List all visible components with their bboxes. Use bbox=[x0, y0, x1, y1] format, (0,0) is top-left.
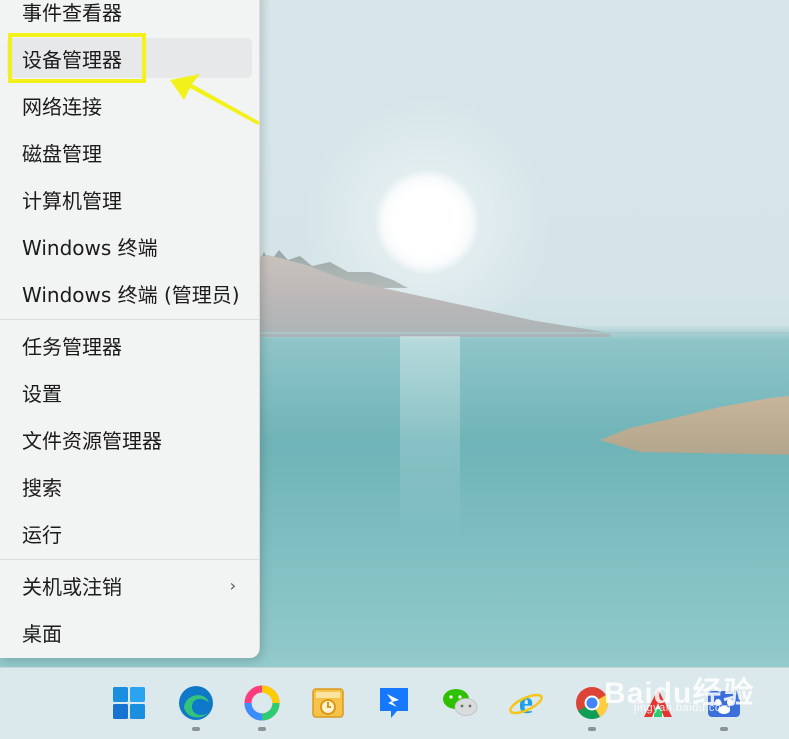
menu-item-label: 事件查看器 bbox=[22, 0, 122, 25]
menu-item-label: 磁盘管理 bbox=[22, 141, 102, 166]
menu-item-shutdown-signout[interactable]: 关机或注销 › bbox=[7, 565, 252, 605]
sun bbox=[375, 170, 479, 274]
menu-separator bbox=[0, 319, 259, 320]
menu-item-search[interactable]: 搜索 bbox=[7, 466, 252, 506]
menu-item-label: Windows 终端 bbox=[22, 235, 158, 260]
annotation-highlight-box bbox=[8, 33, 146, 83]
menu-item-label: 关机或注销 bbox=[22, 574, 122, 599]
baidu-jingyan-watermark: Baidu经验 jingyan.baidu.com bbox=[604, 658, 784, 728]
running-indicator bbox=[258, 727, 266, 731]
outlook-icon[interactable] bbox=[309, 684, 347, 722]
menu-item-label: 运行 bbox=[22, 522, 62, 547]
running-indicator bbox=[588, 727, 596, 731]
menu-item-event-viewer[interactable]: 事件查看器 bbox=[7, 0, 252, 31]
menu-item-label: 搜索 bbox=[22, 475, 62, 500]
menu-item-computer-management[interactable]: 计算机管理 bbox=[7, 179, 252, 219]
menu-item-task-manager[interactable]: 任务管理器 bbox=[7, 325, 252, 365]
colorful-ring-app-icon[interactable] bbox=[243, 684, 281, 722]
menu-item-file-explorer[interactable]: 文件资源管理器 bbox=[7, 419, 252, 459]
menu-item-label: 文件资源管理器 bbox=[22, 428, 162, 453]
menu-item-label: 网络连接 bbox=[22, 94, 102, 119]
menu-item-run[interactable]: 运行 bbox=[7, 513, 252, 553]
edge-icon[interactable] bbox=[177, 684, 215, 722]
menu-item-label: 任务管理器 bbox=[22, 334, 122, 359]
water-reflection bbox=[400, 336, 460, 536]
running-indicator bbox=[192, 727, 200, 731]
internet-explorer-icon[interactable]: e bbox=[507, 684, 545, 722]
windows-start-icon[interactable] bbox=[110, 684, 148, 722]
chevron-right-icon: › bbox=[229, 576, 236, 595]
annotation-arrow-icon bbox=[170, 74, 260, 125]
menu-item-settings[interactable]: 设置 bbox=[7, 372, 252, 412]
grass-island bbox=[600, 395, 789, 455]
wechat-icon[interactable] bbox=[441, 684, 479, 722]
menu-item-windows-terminal[interactable]: Windows 终端 bbox=[7, 226, 252, 266]
horizon-line bbox=[260, 332, 789, 334]
menu-item-windows-terminal-admin[interactable]: Windows 终端 (管理员) bbox=[7, 273, 252, 313]
menu-item-desktop[interactable]: 桌面 bbox=[7, 612, 252, 652]
watermark-sub-text: jingyan.baidu.com bbox=[634, 702, 732, 714]
menu-item-label: 设置 bbox=[22, 381, 62, 406]
menu-item-label: 桌面 bbox=[22, 621, 62, 646]
svg-text:e: e bbox=[519, 685, 533, 720]
menu-separator bbox=[0, 559, 259, 560]
menu-item-disk-management[interactable]: 磁盘管理 bbox=[7, 132, 252, 172]
menu-item-label: 计算机管理 bbox=[22, 188, 122, 213]
menu-item-label: Windows 终端 (管理员) bbox=[22, 282, 240, 307]
dingtalk-icon[interactable] bbox=[375, 684, 413, 722]
